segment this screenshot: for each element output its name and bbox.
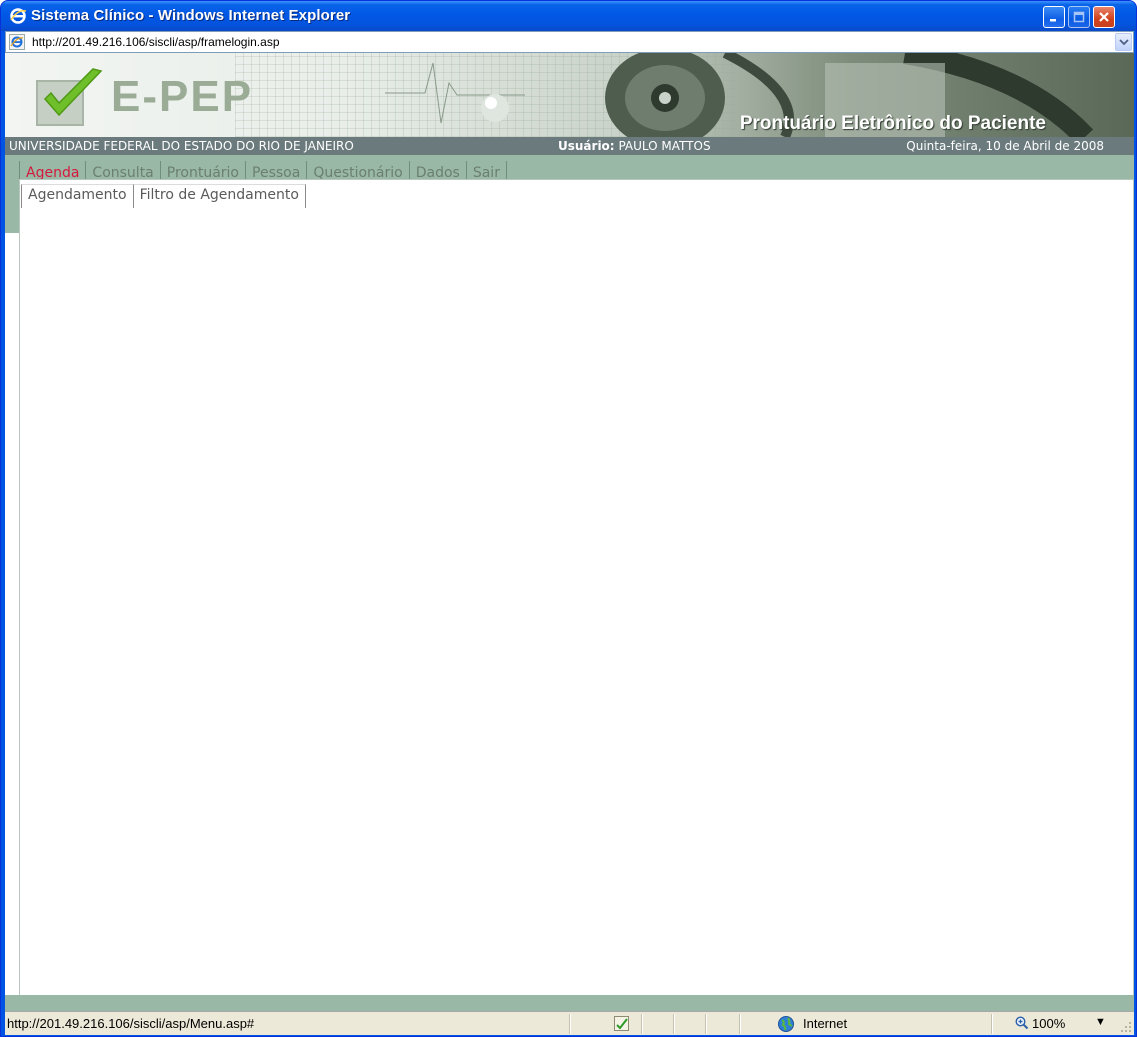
- ie-logo-icon: [10, 8, 27, 24]
- status-divider: [705, 1014, 706, 1034]
- browser-window: Sistema Clínico - Windows Internet Explo…: [0, 0, 1137, 1037]
- security-zone: Internet: [803, 1016, 848, 1031]
- chevron-down-icon: [1118, 39, 1129, 46]
- address-url[interactable]: http://201.49.216.106/siscli/asp/framelo…: [32, 35, 280, 49]
- status-divider: [569, 1014, 570, 1034]
- user-label: Usuário:: [558, 139, 615, 153]
- window-title: Sistema Clínico - Windows Internet Explo…: [31, 7, 351, 24]
- minimize-icon: [1050, 19, 1056, 22]
- page-content: E-PEP Prontuário Eletrônico do Paciente …: [5, 53, 1134, 1011]
- info-strip: UNIVERSIDADE FEDERAL DO ESTADO DO RIO DE…: [5, 137, 1134, 155]
- zoom-dropdown-icon[interactable]: ▼: [1095, 1016, 1106, 1028]
- status-bar: http://201.49.216.106/siscli/asp/Menu.as…: [5, 1011, 1134, 1035]
- frame-bottom-border: [5, 995, 1134, 1011]
- maximize-button[interactable]: [1068, 6, 1090, 28]
- submenu: Agendamento Filtro de Agendamento: [21, 184, 306, 208]
- checkmark-logo-icon: [36, 68, 103, 126]
- status-divider: [991, 1014, 992, 1034]
- close-button[interactable]: [1093, 6, 1115, 28]
- page-status-icon[interactable]: [613, 1015, 631, 1033]
- status-url: http://201.49.216.106/siscli/asp/Menu.as…: [7, 1016, 255, 1031]
- zoom-level[interactable]: 100%: [1032, 1016, 1065, 1031]
- header-banner: E-PEP Prontuário Eletrônico do Paciente: [5, 53, 1134, 137]
- resize-grip-icon[interactable]: [1120, 1021, 1132, 1033]
- current-date: Quinta-feira, 10 de Abril de 2008: [906, 139, 1104, 153]
- main-frame: Agendamento Filtro de Agendamento: [19, 179, 1134, 996]
- submenu-filtro-agendamento[interactable]: Filtro de Agendamento: [133, 184, 306, 208]
- status-divider: [673, 1014, 674, 1034]
- title-bar[interactable]: Sistema Clínico - Windows Internet Explo…: [1, 1, 1136, 31]
- page-ie-icon: [9, 34, 25, 50]
- university-name: UNIVERSIDADE FEDERAL DO ESTADO DO RIO DE…: [9, 139, 354, 153]
- close-icon: [1099, 12, 1109, 22]
- address-dropdown-button[interactable]: [1115, 33, 1132, 51]
- logo-text: E-PEP: [111, 72, 254, 121]
- address-bar[interactable]: http://201.49.216.106/siscli/asp/framelo…: [5, 31, 1134, 53]
- user-name: PAULO MATTOS: [618, 139, 711, 153]
- banner-subtitle: Prontuário Eletrônico do Paciente: [739, 113, 1046, 134]
- minimize-button[interactable]: [1043, 6, 1065, 28]
- internet-globe-icon: [778, 1016, 794, 1032]
- status-divider: [641, 1014, 642, 1034]
- submenu-agendamento[interactable]: Agendamento: [21, 184, 134, 208]
- user-info: Usuário: PAULO MATTOS: [558, 139, 711, 153]
- zoom-icon[interactable]: [1015, 1016, 1029, 1030]
- maximize-icon: [1073, 11, 1085, 23]
- status-divider: [739, 1014, 740, 1034]
